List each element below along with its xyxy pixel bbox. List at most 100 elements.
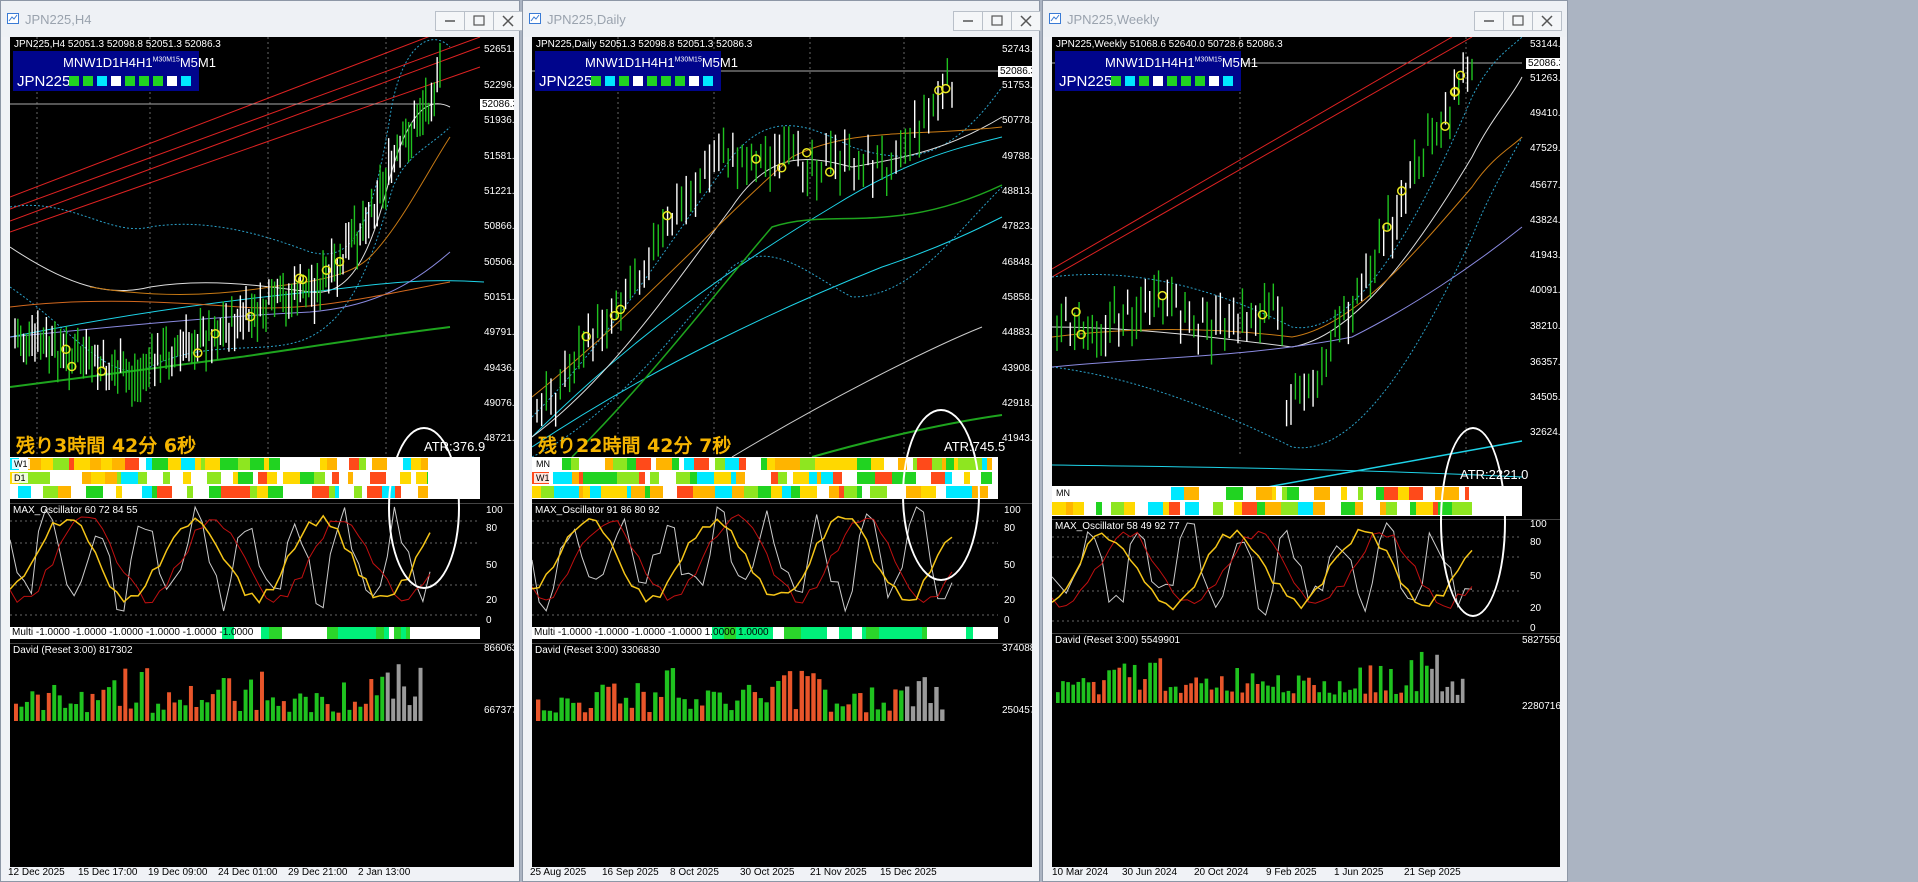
histogram-bar (1450, 681, 1455, 703)
strip-segment (1257, 502, 1265, 515)
maximize-button[interactable] (982, 11, 1012, 31)
david-label: David (Reset 3:00) 3306830 (535, 645, 661, 656)
histogram-bar (629, 707, 635, 721)
histogram-bar (1291, 693, 1296, 703)
histogram-bar (805, 676, 810, 721)
chart-window-icon (1049, 13, 1061, 24)
strip-segment (1066, 502, 1073, 515)
strip-segment (339, 472, 348, 484)
histogram-bar (1086, 682, 1091, 703)
strip-segment (1234, 502, 1242, 515)
strip-segment (785, 458, 795, 470)
chart-window-weekly[interactable]: JPN225,Weekly JPN225,Weekly 51068.6 5264… (1042, 0, 1568, 882)
strip-segment (1226, 487, 1243, 500)
time-remaining: 残り3時間 42分 6秒 (16, 435, 197, 457)
minimize-button[interactable] (435, 11, 465, 31)
histogram-bar (352, 701, 357, 721)
histogram-bar (1419, 651, 1424, 703)
maximize-button[interactable] (464, 11, 494, 31)
signal-square-m1 (1223, 76, 1233, 86)
strip-segment (157, 486, 172, 498)
strip-segment (694, 458, 709, 470)
chart-window-daily[interactable]: JPN225,Daily JPN225,Daily 52051.3 52098.… (522, 0, 1041, 882)
histogram-bar (90, 693, 95, 721)
histogram-bar (1230, 691, 1234, 703)
timeframe-row: MNW1D1H4H1M30M15M5M1 (63, 55, 216, 70)
window-titlebar[interactable]: JPN225,Daily (523, 1, 1041, 37)
close-button[interactable] (1011, 11, 1041, 31)
close-icon (502, 15, 514, 27)
close-button[interactable] (1532, 11, 1562, 31)
histogram-bar (1061, 681, 1065, 703)
strip-segment (82, 472, 91, 484)
minimize-button[interactable] (953, 11, 983, 31)
signal-square-d1 (97, 76, 107, 86)
histogram-bar (565, 698, 570, 721)
histogram-bar (156, 703, 161, 721)
window-titlebar[interactable]: JPN225,H4 (1, 1, 523, 37)
time-axis: 12 Dec 2025 15 Dec 17:00 19 Dec 09:00 24… (8, 865, 514, 881)
minimize-button[interactable] (1474, 11, 1504, 31)
current-price-tag: 52086.3 (480, 99, 514, 110)
histogram-bar (916, 681, 922, 721)
chart-plot-area[interactable]: JPN225,Weekly 51068.6 52640.0 50728.6 52… (1052, 37, 1560, 867)
strip-segment (592, 458, 605, 470)
signal-square-h4 (1153, 76, 1163, 86)
strip-segment (817, 486, 829, 498)
chart-window-h4[interactable]: JPN225,H4 JPN225,H4 52051.3 52098.8 5205… (0, 0, 523, 882)
annotation-ellipse (388, 427, 460, 589)
histogram-bar (764, 702, 769, 721)
strip-segment (562, 458, 571, 470)
histogram-bar (287, 711, 292, 721)
strip-segment (1156, 487, 1171, 500)
strip-segment (1171, 487, 1184, 500)
strip-segment (1313, 502, 1325, 515)
strip-segment (894, 627, 905, 639)
strip-segment (274, 627, 282, 639)
strip-segment (1281, 502, 1298, 515)
window-titlebar[interactable]: JPN225,Weekly (1043, 1, 1567, 37)
strip-segment (745, 472, 754, 484)
histogram-bar (63, 707, 68, 721)
price-axis-label: 50506.0 (484, 257, 514, 268)
histogram-bar (1153, 662, 1157, 703)
close-button[interactable] (493, 11, 523, 31)
maximize-button[interactable] (1503, 11, 1533, 31)
strip-segment (852, 627, 862, 639)
strip-segment (349, 458, 359, 470)
strip-segment (268, 486, 283, 498)
histogram-bar (1122, 663, 1127, 703)
histogram-bar (391, 698, 396, 721)
strip-segment (238, 458, 250, 470)
histogram-bar (1261, 681, 1265, 703)
histogram-bar (653, 692, 658, 721)
histogram-bar (1343, 692, 1347, 703)
strip-segment (690, 472, 697, 484)
histogram-bar (582, 712, 588, 721)
histogram-bar (1204, 678, 1209, 703)
chart-plot-area[interactable]: JPN225,H4 52051.3 52098.8 52051.3 52086.… (10, 37, 514, 867)
minimize-icon (445, 20, 455, 22)
strip-segment (359, 458, 366, 470)
chart-plot-area[interactable]: JPN225,Daily 52051.3 52098.8 52051.3 520… (532, 37, 1032, 867)
histogram-bar (723, 703, 728, 721)
strip-segment (168, 458, 181, 470)
strip-segment (583, 486, 590, 498)
histogram-bar (221, 678, 226, 721)
histogram-bar (418, 667, 423, 721)
strip-segment (618, 486, 627, 498)
price-axis-label: 51221.0 (484, 186, 514, 197)
david-axis-max: 5827550 (1522, 635, 1560, 646)
histogram-bar (172, 702, 177, 721)
histogram-bar (358, 706, 363, 721)
strip-segment (833, 472, 842, 484)
histogram-bar (612, 683, 617, 721)
histogram-bar (407, 705, 412, 721)
strip-segment (541, 486, 554, 498)
histogram-bar (1337, 681, 1342, 703)
chart-window-icon (7, 13, 19, 24)
price-axis-label: 51753.0 (1002, 80, 1032, 91)
strip-segment (1367, 502, 1380, 515)
strip-segment (775, 458, 785, 470)
strip-segment (628, 472, 639, 484)
